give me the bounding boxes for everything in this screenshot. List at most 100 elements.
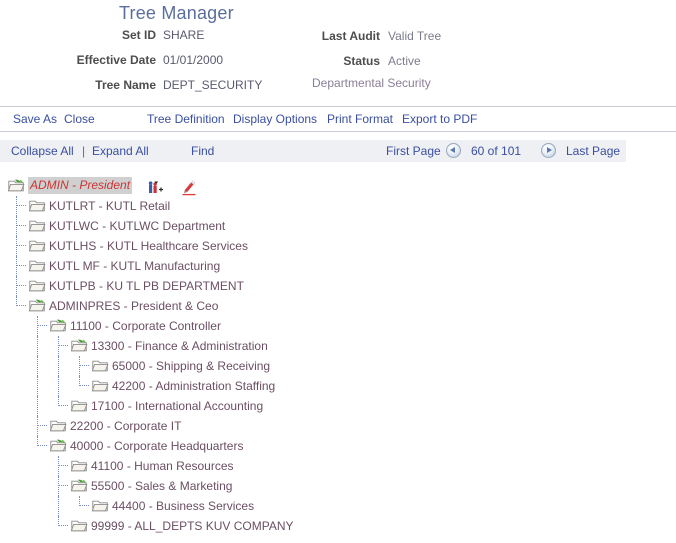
tree-connector-line [58,496,60,516]
folder-closed-icon[interactable] [28,259,46,273]
tree-connector-elbow [38,445,47,447]
print-format-link[interactable]: Print Format [327,112,393,126]
tree-node-row[interactable]: KUTLRT - KUTL Retail [0,196,676,216]
tree-node-label[interactable]: 11100 - Corporate Controller [70,316,221,336]
tree-connector-elbow [17,205,26,207]
tree-node-label-selected[interactable]: ADMIN - President [28,177,133,194]
tree-connector-line [37,376,39,396]
folder-closed-icon[interactable] [91,499,109,513]
folder-open-icon[interactable] [49,319,67,333]
field-value-tree-name: DEPT_SECURITY [163,78,263,92]
tree-node-row[interactable]: 99999 - ALL_DEPTS KUV COMPANY [0,516,676,536]
tree-node-row[interactable]: 55500 - Sales & Marketing [0,476,676,496]
tree-node-list: ADMIN - President KUTLRT - KUTL Retail KUT… [0,176,676,536]
tree-connector-elbow [17,285,26,287]
folder-open-icon[interactable] [7,179,25,193]
tree-connector-line [37,396,39,416]
tree-node-label[interactable]: 22200 - Corporate IT [70,416,181,436]
tree-node-row[interactable]: ADMIN - President [0,176,676,196]
prev-page-arrow-icon[interactable] [446,143,461,158]
folder-closed-icon[interactable] [49,419,67,433]
tree-node-row[interactable]: 44400 - Business Services [0,496,676,516]
add-sibling-node-icon[interactable] [147,181,165,199]
folder-closed-icon[interactable] [70,459,88,473]
tree-node-label[interactable]: KUTLPB - KU TL PB DEPARTMENT [49,276,244,296]
tree-connector-elbow [38,425,47,427]
tree-node-label[interactable]: ADMINPRES - President & Ceo [49,296,218,316]
nav-separator: | [82,144,86,158]
tree-node-label[interactable]: 44400 - Business Services [112,496,254,516]
tree-node-label[interactable]: 17100 - International Accounting [91,396,263,416]
folder-open-icon[interactable] [70,339,88,353]
last-page-link[interactable]: Last Page [566,144,620,158]
tree-node-label[interactable]: KUTLRT - KUTL Retail [49,196,170,216]
collapse-all-link[interactable]: Collapse All [11,144,74,158]
tree-node-label[interactable]: 13300 - Finance & Administration [91,336,268,356]
export-to-pdf-link[interactable]: Export to PDF [402,112,477,126]
folder-closed-icon[interactable] [28,219,46,233]
tree-navigation-bar: Collapse All | Expand All Find First Pag… [0,140,626,162]
action-bar: Save As Close Tree Definition Display Op… [0,106,676,132]
tree-connector-elbow [59,525,68,527]
page-count-label: 60 of 101 [471,144,522,158]
tree-connector-elbow [59,345,68,347]
tree-connector-elbow [17,225,26,227]
page-title: Tree Manager [119,3,234,23]
tree-connector-line [37,336,39,356]
tree-node-label[interactable]: 55500 - Sales & Marketing [91,476,232,496]
tree-node-row[interactable]: 17100 - International Accounting [0,396,676,416]
tree-node-label[interactable]: 42200 - Administration Staffing [112,376,275,396]
tree-connector-elbow [38,325,47,327]
tree-node-row[interactable]: 42200 - Administration Staffing [0,376,676,396]
tree-node-label[interactable]: 40000 - Corporate Headquarters [70,436,243,456]
field-value-last-audit: Valid Tree [388,29,442,43]
first-page-link[interactable]: First Page [386,144,441,158]
expand-all-link[interactable]: Expand All [92,144,149,158]
folder-closed-icon[interactable] [28,199,46,213]
tree-node-label[interactable]: 99999 - ALL_DEPTS KUV COMPANY [91,516,294,536]
field-label-tree-name: Tree Name [95,78,156,92]
tree-node-row[interactable]: 11100 - Corporate Controller [0,316,676,336]
folder-open-icon[interactable] [70,479,88,493]
tree-connector-line [37,356,39,376]
tree-node-row[interactable]: KUTLWC - KUTLWC Department [0,216,676,236]
next-page-arrow-icon[interactable] [541,143,556,158]
tree-connector-elbow [59,465,68,467]
tree-node-row[interactable]: KUTL MF - KUTL Manufacturing [0,256,676,276]
folder-closed-icon[interactable] [28,279,46,293]
tree-definition-link[interactable]: Tree Definition [147,112,225,126]
tree-connector-elbow [59,485,68,487]
close-link[interactable]: Close [64,112,95,126]
folder-closed-icon[interactable] [28,239,46,253]
folder-closed-icon[interactable] [70,399,88,413]
tree-connector-elbow [17,265,26,267]
tree-node-label[interactable]: KUTLWC - KUTLWC Department [49,216,225,236]
tree-node-row[interactable]: ADMINPRES - President & Ceo [0,296,676,316]
find-link[interactable]: Find [191,144,214,158]
tree-node-label[interactable]: KUTLHS - KUTL Healthcare Services [49,236,248,256]
tree-node-row[interactable]: 13300 - Finance & Administration [0,336,676,356]
field-value-status: Active [388,54,421,68]
tree-connector-elbow [80,505,89,507]
tree-node-row[interactable]: 41100 - Human Resources [0,456,676,476]
tree-node-row[interactable]: KUTLPB - KU TL PB DEPARTMENT [0,276,676,296]
tree-node-row[interactable]: KUTLHS - KUTL Healthcare Services [0,236,676,256]
tree-node-row[interactable]: 65000 - Shipping & Receiving [0,356,676,376]
tree-node-label[interactable]: 41100 - Human Resources [91,456,234,476]
tree-node-row[interactable]: 22200 - Corporate IT [0,416,676,436]
tree-connector-elbow [80,385,89,387]
tree-node-label[interactable]: 65000 - Shipping & Receiving [112,356,270,376]
edit-node-icon[interactable] [181,180,199,199]
display-options-link[interactable]: Display Options [233,112,317,126]
tree-node-label[interactable]: KUTL MF - KUTL Manufacturing [49,256,220,276]
tree-connector-elbow [17,305,26,307]
field-value-set-id: SHARE [163,28,205,42]
folder-open-icon[interactable] [28,299,46,313]
folder-closed-icon[interactable] [70,519,88,533]
save-as-link[interactable]: Save As [13,112,57,126]
folder-closed-icon[interactable] [91,379,109,393]
tree-node-row[interactable]: 40000 - Corporate Headquarters [0,436,676,456]
folder-open-icon[interactable] [49,439,67,453]
field-label-status: Status [343,54,380,68]
folder-closed-icon[interactable] [91,359,109,373]
